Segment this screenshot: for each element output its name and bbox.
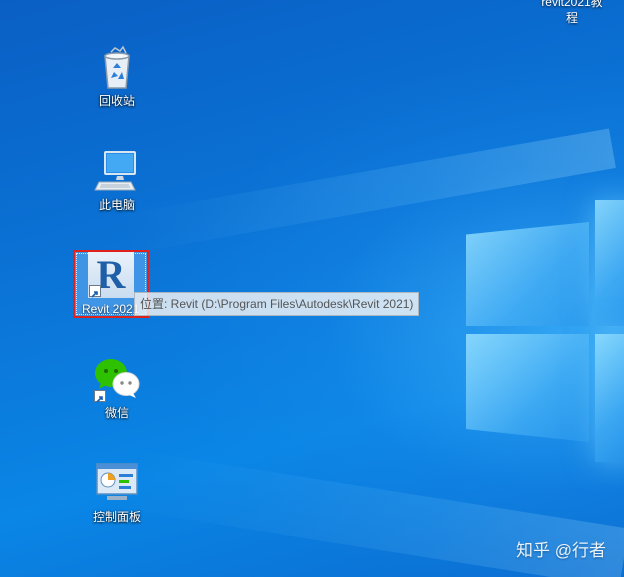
location-tooltip: 位置: Revit (D:\Program Files\Autodesk\Rev… <box>134 292 420 316</box>
windows-logo-pane <box>595 334 624 462</box>
desktop-item-label-line1: revit2021教 <box>541 0 603 9</box>
computer-icon <box>93 148 141 196</box>
windows-logo-pane <box>466 222 589 326</box>
desktop-icon-this-pc[interactable]: 此电脑 <box>77 148 157 212</box>
windows-logo-pane <box>595 200 624 326</box>
control-panel-icon <box>93 460 141 508</box>
zhihu-watermark: 知乎 @行者 <box>516 541 606 560</box>
shortcut-arrow-icon <box>89 285 101 298</box>
desktop-icon-recycle-bin[interactable]: 回收站 <box>77 44 157 108</box>
revit-label[interactable]: Revit 2021 <box>82 302 139 316</box>
control-panel-label: 控制面板 <box>92 510 141 524</box>
shortcut-arrow-icon <box>94 390 106 403</box>
desktop: revit2021教 程 回收站 此电脑 R Revit 2021 位置: Re… <box>0 0 624 577</box>
this-pc-label: 此电脑 <box>98 198 135 212</box>
recycle-bin-label: 回收站 <box>98 94 135 108</box>
recycle-bin-icon <box>93 44 141 92</box>
desktop-icon-control-panel[interactable]: 控制面板 <box>77 460 157 524</box>
wechat-label: 微信 <box>104 406 129 420</box>
windows-logo-pane <box>466 334 589 442</box>
desktop-item-revit2021-tutorial[interactable]: revit2021教 程 <box>532 0 612 26</box>
desktop-item-label-line2: 程 <box>565 11 578 25</box>
desktop-icon-wechat[interactable]: 微信 <box>77 356 157 420</box>
